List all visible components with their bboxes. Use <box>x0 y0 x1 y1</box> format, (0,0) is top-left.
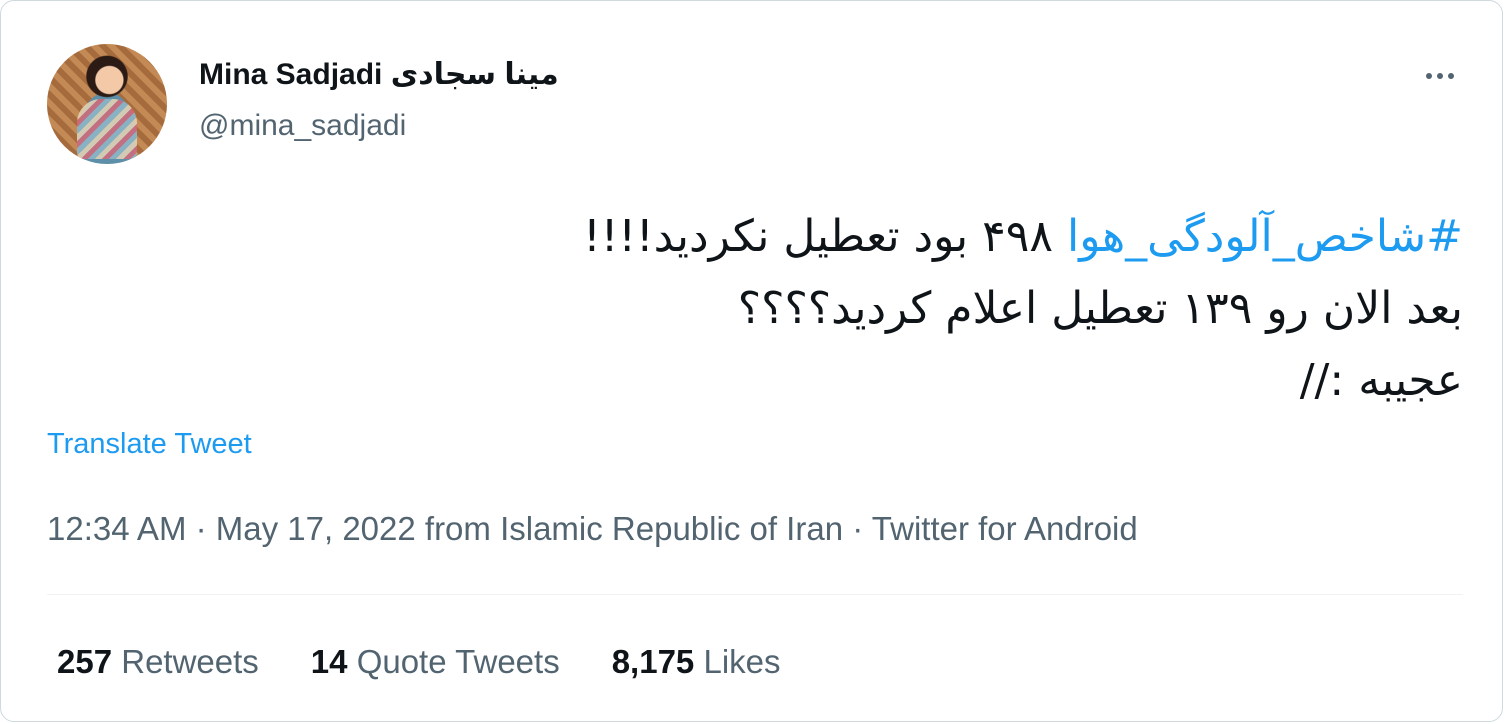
divider <box>47 594 1463 595</box>
retweets-stat[interactable]: 257 Retweets <box>57 643 259 681</box>
quote-tweets-label: Quote Tweets <box>356 643 560 680</box>
likes-count: 8,175 <box>611 643 695 680</box>
tweet-line-3: عجیبه :// <box>1299 355 1463 406</box>
tweet-stats: 257 Retweets 14 Quote Tweets 8,175 Likes <box>57 643 781 681</box>
tweet-date[interactable]: May 17, 2022 <box>216 510 416 547</box>
more-dot <box>1437 73 1443 79</box>
quote-tweets-count: 14 <box>310 643 348 680</box>
meta-separator: · <box>843 510 872 547</box>
likes-label: Likes <box>703 643 781 680</box>
translate-tweet-link[interactable]: Translate Tweet <box>47 428 252 461</box>
meta-separator: · <box>186 510 216 547</box>
tweet-line-1: #شاخص_آلودگی_هوا ۴۹۸ بود تعطیل نکردید!!!… <box>201 201 1463 273</box>
tweet-location: from Islamic Republic of Iran <box>415 510 844 547</box>
avatar[interactable] <box>47 44 167 164</box>
user-handle[interactable]: @mina_sadjadi <box>199 109 406 143</box>
tweet-card: Mina Sadjadi مینا سجادی @mina_sadjadi #ش… <box>0 0 1503 722</box>
tweet-source[interactable]: Twitter for Android <box>872 510 1138 547</box>
avatar-scarf-detail <box>77 99 137 159</box>
tweet-text: #شاخص_آلودگی_هوا ۴۹۸ بود تعطیل نکردید!!!… <box>201 201 1463 417</box>
tweet-line-1-text: ۴۹۸ بود تعطیل نکردید!!!! <box>583 211 1068 262</box>
retweets-label: Retweets <box>121 643 259 680</box>
tweet-time[interactable]: 12:34 AM <box>47 510 186 547</box>
tweet-line-2: بعد الان رو ۱۳۹ تعطیل اعلام کردید؟؟؟؟ <box>737 283 1463 334</box>
more-dot <box>1448 73 1454 79</box>
display-name[interactable]: Mina Sadjadi مینا سجادی <box>199 57 559 92</box>
quote-tweets-stat[interactable]: 14 Quote Tweets <box>311 643 560 681</box>
more-icon[interactable] <box>1417 59 1463 93</box>
tweet-meta: 12:34 AM · May 17, 2022 from Islamic Rep… <box>47 510 1138 548</box>
more-dot <box>1426 73 1432 79</box>
retweets-count: 257 <box>57 643 113 680</box>
hashtag-link[interactable]: #شاخص_آلودگی_هوا <box>1067 211 1463 262</box>
likes-stat[interactable]: 8,175 Likes <box>612 643 781 681</box>
